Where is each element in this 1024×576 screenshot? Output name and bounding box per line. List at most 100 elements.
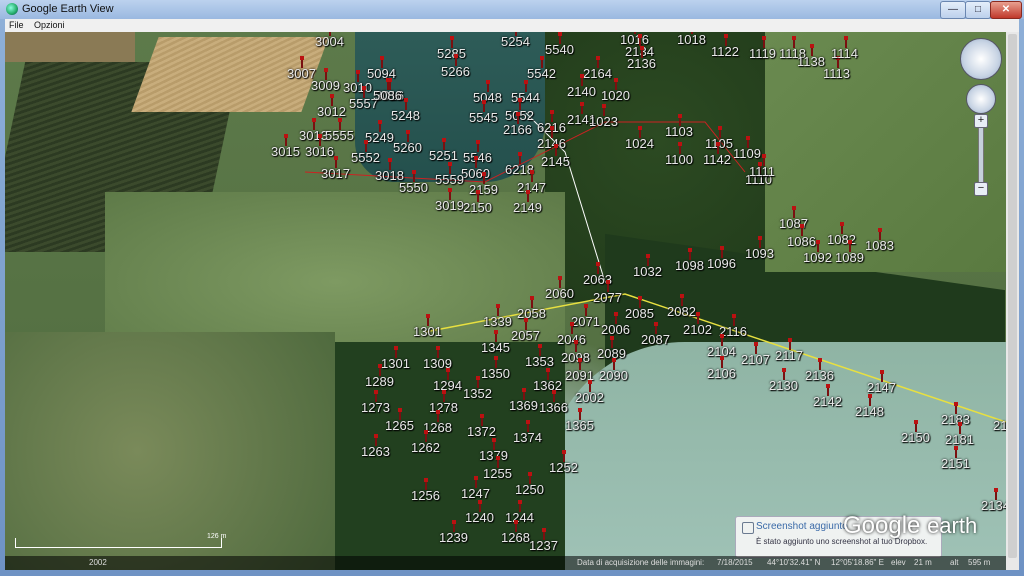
marker-label[interactable]: 5266: [441, 64, 470, 79]
marker-label[interactable]: 2136: [805, 368, 834, 383]
marker-label[interactable]: 3017: [321, 166, 350, 181]
marker-label[interactable]: 1252: [549, 460, 578, 475]
marker-label[interactable]: 2164: [583, 66, 612, 81]
marker-label[interactable]: 1369: [509, 398, 538, 413]
marker-label[interactable]: 2147: [517, 180, 546, 195]
vertical-scrollbar[interactable]: [1006, 32, 1019, 570]
marker-label[interactable]: 2140: [567, 84, 596, 99]
marker-label[interactable]: 1244: [505, 510, 534, 525]
marker-label[interactable]: 1250: [515, 482, 544, 497]
marker-label[interactable]: 5048: [473, 90, 502, 105]
marker-label[interactable]: 2145: [541, 154, 570, 169]
marker-label[interactable]: 1365: [565, 418, 594, 433]
marker-label[interactable]: 1113: [823, 66, 850, 81]
marker-label[interactable]: 1374: [513, 430, 542, 445]
maximize-button[interactable]: □: [965, 1, 991, 19]
marker-label[interactable]: 2085: [625, 306, 654, 321]
marker-label[interactable]: 2006: [601, 322, 630, 337]
marker-label[interactable]: 1255: [483, 466, 512, 481]
marker-label[interactable]: 2150: [901, 430, 930, 445]
marker-label[interactable]: 1289: [365, 374, 394, 389]
marker-label[interactable]: 2181: [945, 432, 974, 447]
marker-label[interactable]: 2147: [867, 380, 896, 395]
marker-label[interactable]: 1119: [749, 46, 776, 61]
marker-label[interactable]: 5260: [393, 140, 422, 155]
move-joystick[interactable]: [966, 84, 996, 114]
marker-label[interactable]: 5545: [469, 110, 498, 125]
marker-label[interactable]: 5251: [429, 148, 458, 163]
marker-label[interactable]: 2082: [667, 304, 696, 319]
marker-label[interactable]: 1111: [749, 164, 775, 179]
marker-label[interactable]: 21: [993, 418, 1006, 433]
close-button[interactable]: ✕: [990, 1, 1022, 19]
marker-label[interactable]: 2150: [463, 200, 492, 215]
marker-label[interactable]: 2058: [517, 306, 546, 321]
marker-label[interactable]: 1262: [411, 440, 440, 455]
marker-label[interactable]: 1268: [501, 530, 530, 545]
marker-label[interactable]: 1096: [707, 256, 736, 271]
marker-label[interactable]: 1114: [831, 46, 858, 61]
marker-label[interactable]: 3016: [305, 144, 334, 159]
marker-label[interactable]: 2117: [775, 348, 803, 363]
marker-label[interactable]: 1353: [525, 354, 554, 369]
marker-label[interactable]: 2098: [561, 350, 590, 365]
marker-label[interactable]: 3012: [317, 104, 346, 119]
marker-label[interactable]: 1350: [481, 366, 510, 381]
marker-label[interactable]: 1109: [733, 146, 761, 161]
marker-label[interactable]: 1018: [677, 32, 706, 47]
marker-label[interactable]: 1237: [529, 538, 558, 553]
menu-opzioni[interactable]: Opzioni: [30, 19, 69, 31]
marker-label[interactable]: 1093: [745, 246, 774, 261]
marker-label[interactable]: 1247: [461, 486, 490, 501]
marker-label[interactable]: 1020: [601, 88, 630, 103]
marker-label[interactable]: 5559: [435, 172, 464, 187]
marker-label[interactable]: 5542: [527, 66, 556, 81]
zoom-in-button[interactable]: +: [974, 114, 988, 128]
marker-label[interactable]: 2166: [503, 122, 532, 137]
marker-label[interactable]: 5544: [511, 90, 540, 105]
marker-label[interactable]: 1086: [787, 234, 816, 249]
marker-label[interactable]: 1098: [675, 258, 704, 273]
marker-label[interactable]: 1239: [439, 530, 468, 545]
marker-label[interactable]: 1089: [835, 250, 864, 265]
marker-label[interactable]: 1301: [413, 324, 442, 339]
marker-label[interactable]: 1256: [411, 488, 440, 503]
marker-label[interactable]: 2149: [513, 200, 542, 215]
marker-label[interactable]: 1263: [361, 444, 390, 459]
marker-label[interactable]: 2090: [599, 368, 628, 383]
marker-label[interactable]: 1301: [381, 356, 410, 371]
marker-label[interactable]: 1273: [361, 400, 390, 415]
marker-label[interactable]: 2148: [855, 404, 884, 419]
marker-label[interactable]: 2130: [769, 378, 798, 393]
marker-label[interactable]: 2107: [741, 352, 770, 367]
marker-label[interactable]: 2077: [593, 290, 622, 305]
marker-label[interactable]: 5552: [351, 150, 380, 165]
marker-label[interactable]: 3010: [343, 80, 372, 95]
marker-label[interactable]: 2159: [469, 182, 498, 197]
marker-label[interactable]: 1265: [385, 418, 414, 433]
marker-label[interactable]: 3004: [315, 34, 344, 49]
marker-label[interactable]: 2142: [813, 394, 842, 409]
marker-label[interactable]: 2106: [707, 366, 736, 381]
marker-label[interactable]: 1032: [633, 264, 662, 279]
marker-label[interactable]: 3009: [311, 78, 340, 93]
marker-label[interactable]: 5249: [365, 130, 394, 145]
marker-label[interactable]: 2087: [641, 332, 670, 347]
marker-label[interactable]: 2002: [575, 390, 604, 405]
marker-label[interactable]: 2151: [941, 456, 970, 471]
map-view[interactable]: 3004 5285 5254 5540 1016 1018 1122 1119 1118 1138…: [5, 32, 1006, 570]
zoom-out-button[interactable]: −: [974, 182, 988, 196]
marker-label[interactable]: 5555: [325, 128, 354, 143]
marker-label[interactable]: 5086: [373, 88, 402, 103]
title-bar[interactable]: Google Earth View — □ ✕: [0, 0, 1024, 19]
scrollbar-thumb[interactable]: [1008, 34, 1017, 558]
marker-label[interactable]: 5285: [437, 46, 466, 61]
marker-label[interactable]: 1122: [711, 44, 739, 59]
marker-label[interactable]: 1023: [589, 114, 618, 129]
marker-label[interactable]: 1138: [797, 54, 825, 69]
marker-label[interactable]: 1092: [803, 250, 832, 265]
minimize-button[interactable]: —: [940, 1, 966, 19]
marker-label[interactable]: 1294: [433, 378, 462, 393]
marker-label[interactable]: 1240: [465, 510, 494, 525]
marker-label[interactable]: 3019: [435, 198, 464, 213]
